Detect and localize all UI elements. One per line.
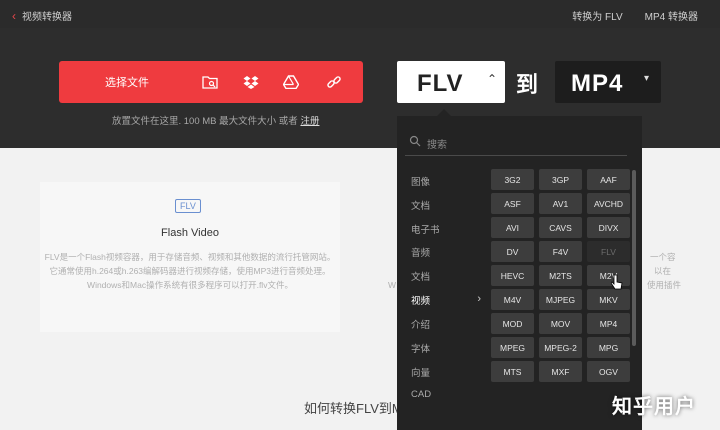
back-link[interactable]: ‹ 视频转换器 xyxy=(12,8,72,24)
format-option[interactable]: F4V xyxy=(539,241,582,262)
format-badge: FLV xyxy=(175,199,201,213)
format-option[interactable]: MJPEG xyxy=(539,289,582,310)
upload-hint: 放置文件在这里. 100 MB 最大文件大小 或者 注册 xyxy=(112,113,319,127)
mouse-cursor-icon xyxy=(611,274,623,290)
format-option[interactable]: AVI xyxy=(491,217,534,238)
link-icon[interactable] xyxy=(325,73,343,91)
category-item[interactable]: 图像 xyxy=(411,174,481,190)
format-option[interactable]: MP4 xyxy=(587,313,630,334)
format-option[interactable]: MPEG xyxy=(491,337,534,358)
search-placeholder: 搜索 xyxy=(427,140,447,151)
right-card-peek-3: 使用插件 xyxy=(647,280,682,290)
format-option[interactable]: M4V xyxy=(491,289,534,310)
to-label: 到 xyxy=(516,72,539,97)
folder-search-icon[interactable] xyxy=(201,73,219,91)
dropbox-icon[interactable] xyxy=(242,73,260,91)
format-option[interactable]: AV1 xyxy=(539,193,582,214)
watermark: 知乎用户 xyxy=(612,396,696,418)
source-format-select[interactable]: FLV ⌃ xyxy=(397,61,505,103)
format-option[interactable]: HEVC xyxy=(491,265,534,286)
category-item[interactable]: 字体 xyxy=(411,341,481,357)
category-item[interactable]: 文档 xyxy=(411,269,481,285)
nav-right-links: 转换为 FLV MP4 转换器 xyxy=(572,8,698,23)
format-option[interactable]: CAVS xyxy=(539,217,582,238)
format-info-title: Flash Video xyxy=(161,227,219,239)
google-drive-icon[interactable] xyxy=(282,73,300,91)
format-option[interactable]: FLV xyxy=(587,241,630,262)
choose-file-label: 选择文件 xyxy=(105,77,149,89)
category-item[interactable]: 介绍 xyxy=(411,317,481,333)
back-link-label: 视频转换器 xyxy=(22,12,72,23)
format-option[interactable]: MTS xyxy=(491,361,534,382)
format-option[interactable]: AVCHD xyxy=(587,193,630,214)
format-option[interactable]: ASF xyxy=(491,193,534,214)
format-option[interactable]: DIVX xyxy=(587,217,630,238)
category-item[interactable]: 文档 xyxy=(411,198,481,214)
target-format-select[interactable]: MP4 ▾ xyxy=(555,61,661,103)
search-icon xyxy=(409,135,421,147)
right-card-peek-2: 以在 xyxy=(654,266,672,276)
format-option[interactable]: DV xyxy=(491,241,534,262)
format-option[interactable]: OGV xyxy=(587,361,630,382)
chevron-up-icon: ⌃ xyxy=(487,72,498,86)
nav-link-to-flv[interactable]: 转换为 FLV xyxy=(572,8,622,23)
chevron-down-icon: ▾ xyxy=(644,73,650,84)
target-format-value: MP4 xyxy=(571,70,624,97)
right-card-peek-1: 一个容 xyxy=(650,252,676,262)
format-option[interactable]: M2TS xyxy=(539,265,582,286)
format-option[interactable]: MXF xyxy=(539,361,582,382)
register-link[interactable]: 注册 xyxy=(300,116,319,127)
format-option[interactable]: 3G2 xyxy=(491,169,534,190)
format-option[interactable]: MOD xyxy=(491,313,534,334)
format-info-description: FLV是一个Flash视频容器，用于存储音频、视频和其他数据的流行托管网站。它通… xyxy=(44,252,336,290)
format-option[interactable]: 3GP xyxy=(539,169,582,190)
format-search[interactable]: 搜索 xyxy=(405,128,627,156)
format-option[interactable]: MKV xyxy=(587,289,630,310)
top-nav: ‹ 视频转换器 转换为 FLV MP4 转换器 xyxy=(0,0,720,28)
category-item-video[interactable]: 视频 › xyxy=(411,293,481,309)
choose-file-button[interactable]: 选择文件 xyxy=(59,61,363,103)
dropdown-scrollbar[interactable] xyxy=(632,170,636,346)
category-item[interactable]: 音频 xyxy=(411,245,481,261)
category-item[interactable]: CAD xyxy=(411,389,481,405)
format-option[interactable]: AAF xyxy=(587,169,630,190)
format-option[interactable]: M2V xyxy=(587,265,630,286)
format-dropdown: 搜索 图像 文档 电子书 音频 文档 视频 › 介绍 字体 向量 CAD 3G2 3… xyxy=(397,116,642,430)
right-card-peek-left: W xyxy=(388,280,397,290)
format-option[interactable]: MPG xyxy=(587,337,630,358)
chevron-right-icon: › xyxy=(477,293,481,305)
source-format-value: FLV xyxy=(417,70,464,97)
chevron-left-icon: ‹ xyxy=(12,8,16,23)
upload-hint-text: 放置文件在这里. 100 MB 最大文件大小 或者 xyxy=(112,116,298,127)
category-item[interactable]: 向量 xyxy=(411,365,481,381)
format-option[interactable]: MPEG-2 xyxy=(539,337,582,358)
format-info-card: FLV Flash Video FLV是一个Flash视频容器，用于存储音频、视… xyxy=(40,182,340,332)
format-option[interactable]: MOV xyxy=(539,313,582,334)
category-item[interactable]: 电子书 xyxy=(411,222,481,238)
nav-link-mp4-converter[interactable]: MP4 转换器 xyxy=(645,8,698,23)
